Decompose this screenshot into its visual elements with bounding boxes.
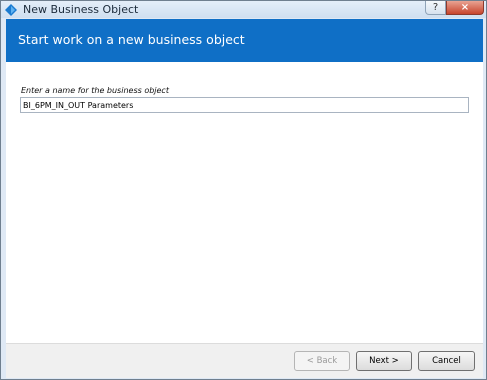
close-icon: × <box>460 2 470 13</box>
close-button[interactable]: × <box>446 1 484 15</box>
next-button[interactable]: Next > <box>356 351 412 371</box>
window-title: New Business Object <box>23 3 139 16</box>
business-object-name-input[interactable] <box>20 97 469 113</box>
business-object-icon <box>5 4 17 16</box>
header-banner: Start work on a new business object <box>6 19 483 62</box>
cancel-button[interactable]: Cancel <box>418 351 475 371</box>
title-bar[interactable]: New Business Object ? × <box>1 1 486 18</box>
help-icon: ? <box>432 2 439 13</box>
back-button[interactable]: < Back <box>294 351 350 371</box>
new-business-object-dialog: New Business Object ? × Start work on a … <box>0 0 487 380</box>
help-button[interactable]: ? <box>425 1 446 15</box>
button-bar: < Back Next > Cancel <box>6 343 483 378</box>
banner-heading: Start work on a new business object <box>18 32 245 47</box>
content-area: Enter a name for the business object <box>6 62 483 343</box>
name-field-label: Enter a name for the business object <box>21 86 169 95</box>
